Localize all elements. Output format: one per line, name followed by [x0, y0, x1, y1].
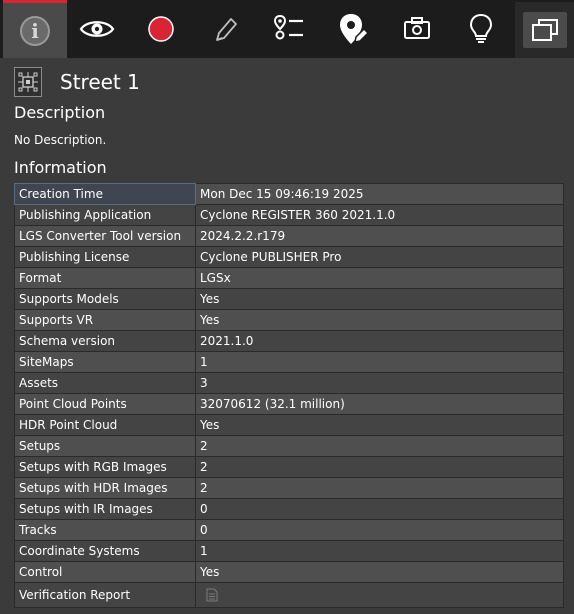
row-value: 2021.1.0: [195, 330, 564, 352]
row-key: Tracks: [14, 519, 196, 541]
row-key: Point Cloud Points: [14, 393, 196, 415]
row-value: Cyclone PUBLISHER Pro: [195, 246, 564, 268]
row-value: 2: [195, 456, 564, 478]
row-key: Setups: [14, 435, 196, 457]
row-key: Format: [14, 267, 196, 289]
capture-button[interactable]: [385, 0, 449, 58]
row-value: 2024.2.2.r179: [195, 225, 564, 247]
table-row[interactable]: Assets 3: [14, 372, 564, 394]
hints-button[interactable]: [449, 0, 513, 58]
row-value: 0: [195, 498, 564, 520]
table-row[interactable]: Setups with HDR Images 2: [14, 477, 564, 499]
row-value: 32070612 (32.1 million): [195, 393, 564, 415]
lightbulb-icon: [469, 13, 493, 43]
route-list-button[interactable]: [257, 0, 321, 58]
camera-icon: [404, 17, 430, 39]
record-button[interactable]: [129, 0, 193, 58]
row-value: 0: [195, 519, 564, 541]
row-key: Verification Report: [14, 582, 196, 608]
row-key: Supports Models: [14, 288, 196, 310]
row-key: Setups with RGB Images: [14, 456, 196, 478]
pencil-icon: [216, 18, 237, 41]
table-row[interactable]: Control Yes: [14, 561, 564, 583]
row-value: Cyclone REGISTER 360 2021.1.0: [195, 204, 564, 226]
info-icon: i: [20, 15, 50, 46]
svg-text:i: i: [31, 19, 39, 43]
description-heading: Description: [14, 103, 106, 122]
table-row[interactable]: Setups with IR Images 0: [14, 498, 564, 520]
table-row[interactable]: Verification Report: [14, 582, 564, 608]
information-table: Creation Time Mon Dec 15 09:46:19 2025 Pub…: [14, 183, 564, 608]
panel-header: Street 1: [14, 67, 140, 97]
row-value: LGSx: [195, 267, 564, 289]
table-row[interactable]: HDR Point Cloud Yes: [14, 414, 564, 436]
row-value: [195, 582, 564, 608]
table-row[interactable]: Schema version 2021.1.0: [14, 330, 564, 352]
row-value: 2: [195, 435, 564, 457]
row-key: Supports VR: [14, 309, 196, 331]
window-restore-icon: [531, 19, 558, 41]
table-row[interactable]: Supports VR Yes: [14, 309, 564, 331]
information-heading: Information: [14, 158, 107, 177]
edit-button[interactable]: [193, 0, 257, 58]
row-key: Setups with IR Images: [14, 498, 196, 520]
table-row[interactable]: Supports Models Yes: [14, 288, 564, 310]
row-value: 3: [195, 372, 564, 394]
row-key: Creation Time: [14, 183, 196, 205]
row-key: Publishing Application: [14, 204, 196, 226]
row-value: 1: [195, 540, 564, 562]
table-row[interactable]: Coordinate Systems 1: [14, 540, 564, 562]
record-icon: [148, 16, 174, 42]
row-key: HDR Point Cloud: [14, 414, 196, 436]
table-row[interactable]: Setups 2: [14, 435, 564, 457]
location-edit-icon: [340, 14, 369, 44]
route-list-icon: [273, 14, 303, 40]
row-value: Yes: [195, 288, 564, 310]
table-row[interactable]: Point Cloud Points 32070612 (32.1 million…: [14, 393, 564, 415]
table-row[interactable]: Publishing License Cyclone PUBLISHER Pro: [14, 246, 564, 268]
toolbar: i: [0, 0, 574, 58]
row-key: Control: [14, 561, 196, 583]
table-row[interactable]: LGS Converter Tool version 2024.2.2.r179: [14, 225, 564, 247]
row-value: Mon Dec 15 09:46:19 2025: [195, 183, 564, 205]
table-row[interactable]: Setups with RGB Images 2: [14, 456, 564, 478]
description-text: No Description.: [14, 133, 107, 147]
row-value: Yes: [195, 309, 564, 331]
row-key: LGS Converter Tool version: [14, 225, 196, 247]
table-row[interactable]: SiteMaps 1: [14, 351, 564, 373]
table-row[interactable]: Format LGSx: [14, 267, 564, 289]
page-title: Street 1: [60, 70, 140, 94]
row-value: 1: [195, 351, 564, 373]
eye-icon: [79, 21, 115, 37]
row-value: 2: [195, 477, 564, 499]
row-key: Setups with HDR Images: [14, 477, 196, 499]
table-row[interactable]: Creation Time Mon Dec 15 09:46:19 2025: [14, 183, 564, 205]
row-value: Yes: [195, 561, 564, 583]
location-edit-button[interactable]: [321, 0, 385, 58]
sitemap-icon: [14, 67, 42, 97]
document-icon[interactable]: [206, 588, 218, 602]
view-button[interactable]: [65, 0, 129, 58]
row-key: Schema version: [14, 330, 196, 352]
window-toggle-button[interactable]: [515, 2, 574, 58]
row-key: SiteMaps: [14, 351, 196, 373]
row-value: Yes: [195, 414, 564, 436]
row-key: Assets: [14, 372, 196, 394]
info-tab-button[interactable]: i: [3, 0, 67, 58]
details-panel: Street 1 Description No Description. Inf…: [0, 58, 574, 614]
row-key: Publishing License: [14, 246, 196, 268]
row-key: Coordinate Systems: [14, 540, 196, 562]
table-row[interactable]: Publishing Application Cyclone REGISTER 3…: [14, 204, 564, 226]
window-toggle-surface: [522, 12, 567, 48]
table-row[interactable]: Tracks 0: [14, 519, 564, 541]
